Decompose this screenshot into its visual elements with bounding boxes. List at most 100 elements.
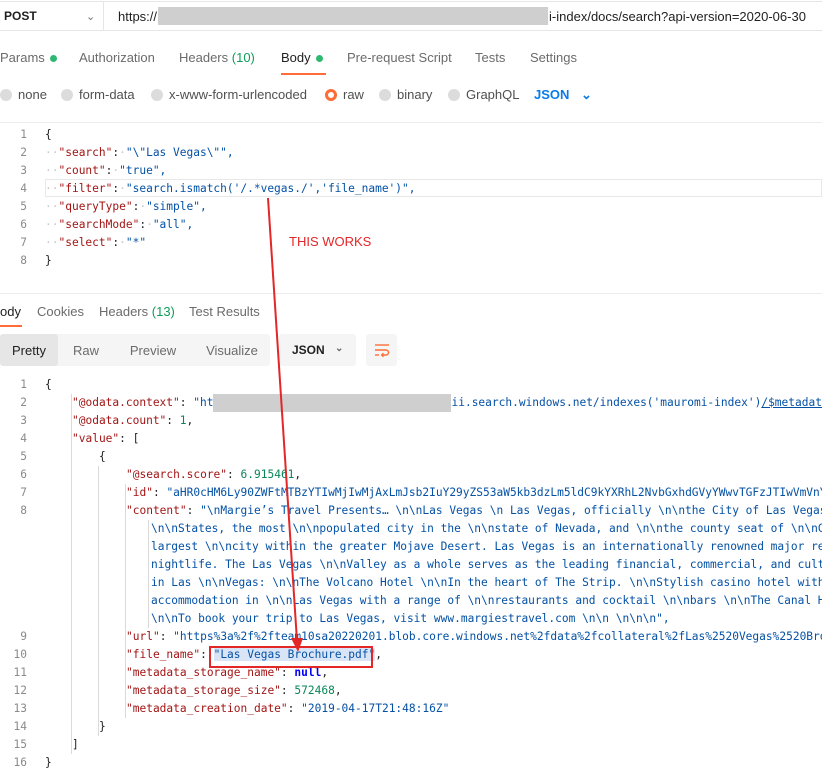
tab-test-results[interactable]: Test Results [189,304,260,319]
panel-divider[interactable] [0,293,822,294]
radio-selected-icon [325,88,337,101]
wrap-lines-icon [374,344,389,357]
code-line: 4 "value": [ [20,432,140,445]
tab-label: Authorization [79,50,155,65]
tab-response-body[interactable]: ody [0,304,21,319]
code-line: 10 "file_name": "Las Vegas Brochure.pdf", [13,648,382,661]
tab-cookies[interactable]: Cookies [37,304,84,319]
code-line: 1{ [20,128,52,141]
status-dot-icon [49,55,57,63]
tab-label: Settings [530,50,577,65]
annotation-text: THIS WORKS [289,234,372,249]
tab-label: Headers [179,50,229,65]
response-format-label: JSON [292,343,325,357]
radio-label: raw [343,87,364,102]
tab-label: Cookies [37,304,84,319]
radio-raw[interactable]: raw [325,87,364,102]
view-visualize-button[interactable]: Visualize [194,334,270,366]
tab-response-headers[interactable]: Headers (13) [99,304,175,319]
code-line: 8 "content": "\nMargie’s Travel Presents…… [20,504,822,517]
radio-form-data[interactable]: form-data [61,87,135,102]
radio-label: form-data [79,87,135,102]
radio-urlencoded[interactable]: x-www-form-urlencoded [151,87,307,102]
tab-body[interactable]: Body [281,50,323,65]
body-type-selector: none form-data x-www-form-urlencoded raw… [0,85,822,107]
response-body-viewer[interactable]: 1{ 2 "@odata.context": "ht ii.search.windo… [0,376,822,773]
radio-circle-icon [61,88,73,101]
tab-label: Body [281,50,311,65]
code-line-continuation: nightlife. The Las Vegas \n\nValley as a… [151,558,822,571]
url-redaction [213,394,452,412]
tab-authorization[interactable]: Authorization [79,50,155,65]
code-line: 7 "id": "aHR0cHM6Ly90ZWFtMTBzYTIwMjIwMjAx… [20,486,822,499]
metadata-link[interactable]: /$metadata#docs [761,396,822,409]
code-line-continuation: \n\nTo book your trip to Las Vegas, visi… [151,612,670,625]
code-line: 9 "url": "https%3a%2f%2fteam10sa20220201.… [20,630,822,643]
tab-tests[interactable]: Tests [475,50,505,65]
view-preview-button[interactable]: Preview [116,334,190,366]
status-dot-icon [315,55,323,63]
tab-label: ody [0,304,21,319]
code-line: 12 "metadata_storage_size": 572468, [13,684,342,697]
url-redaction [158,7,549,25]
code-line-continuation: in Las \n\nVegas: \n\nThe Volcano Hotel … [151,576,822,589]
radio-graphql[interactable]: GraphQL [448,87,519,102]
code-line: 11 "metadata_storage_name": null, [13,666,329,679]
code-line: 6 "@search.score": 6.915461, [20,468,302,481]
tab-label: Params [0,50,45,65]
chevron-down-icon: ⌄ [86,11,96,23]
radio-label: GraphQL [466,87,520,102]
body-format-label: JSON [534,87,570,102]
code-line-continuation: \n\nStates, the most \n\npopulated city … [151,522,822,535]
radio-circle-icon [0,88,12,101]
request-body-editor[interactable]: 1{ 2 ··"search":·"\"Las Vegas\"", 3 ··"cou… [0,122,822,272]
tab-count: (13) [151,304,175,319]
body-format-select[interactable]: JSON ⌄ [534,87,592,103]
code-line: 1{ [20,378,52,391]
tab-pre-request-script[interactable]: Pre-request Script [347,50,452,65]
response-tabs: ody Cookies Headers (13) Test Results [0,300,822,327]
tab-label: Pre-request Script [347,50,452,65]
response-format-select[interactable]: JSON ⌄ [279,334,356,366]
tab-label: Headers [99,304,149,319]
request-tabs: Params Authorization Headers (10) Body P… [0,44,822,75]
code-line: 13 "metadata_creation_date": "2019-04-17T… [13,702,450,715]
tab-headers[interactable]: Headers (10) [179,50,255,65]
radio-label: none [18,87,47,102]
radio-label: x-www-form-urlencoded [169,87,307,102]
method-label: POST [4,9,37,23]
chevron-down-icon: ⌄ [581,87,592,102]
view-pretty-button[interactable]: Pretty [0,334,58,366]
tab-params[interactable]: Params [0,50,57,65]
code-line-continuation: largest \n\ncity within the greater Moja… [151,540,822,553]
url-input[interactable]: https:// i-index/docs/search?api-version=… [104,1,822,31]
code-line: 6 ··"searchMode":·"all", [20,218,194,231]
code-line-continuation: accommodation in \n\nLas Vegas with a ra… [151,594,822,607]
tab-count: (10) [231,50,255,65]
method-select[interactable]: POST ⌄ [0,1,104,31]
code-line: 16} [13,756,52,769]
view-raw-button[interactable]: Raw [60,334,112,366]
radio-circle-icon [379,88,391,101]
tab-label: Test Results [189,304,260,319]
response-view-toolbar: Pretty Raw Preview Visualize JSON ⌄ [0,334,822,366]
radio-circle-icon [151,88,163,101]
radio-circle-icon [448,88,460,101]
code-line: 5{ [20,450,106,463]
tab-label: Tests [475,50,506,65]
code-line: 2 "@odata.context": "ht ii.search.windows.… [0,394,822,412]
radio-binary[interactable]: binary [379,87,432,102]
request-url-bar: POST ⌄ https:// i-index/docs/search?api-v… [0,0,822,33]
highlight-box [209,646,373,668]
code-line: 2 ··"search":·"\"Las Vegas\"", [20,146,234,159]
code-line: 5 ··"queryType":·"simple", [20,200,207,213]
active-tab-indicator [281,73,326,75]
code-line: 14} [13,720,106,733]
code-line: 3 ··"count":·"true", [20,164,167,177]
url-prefix: https:// [118,8,158,24]
code-line: 7 ··"select":·"*" [20,236,147,249]
radio-none[interactable]: none [0,87,47,102]
tab-settings[interactable]: Settings [530,50,577,65]
chevron-down-icon: ⌄ [335,343,344,354]
wrap-lines-button[interactable] [366,334,397,366]
